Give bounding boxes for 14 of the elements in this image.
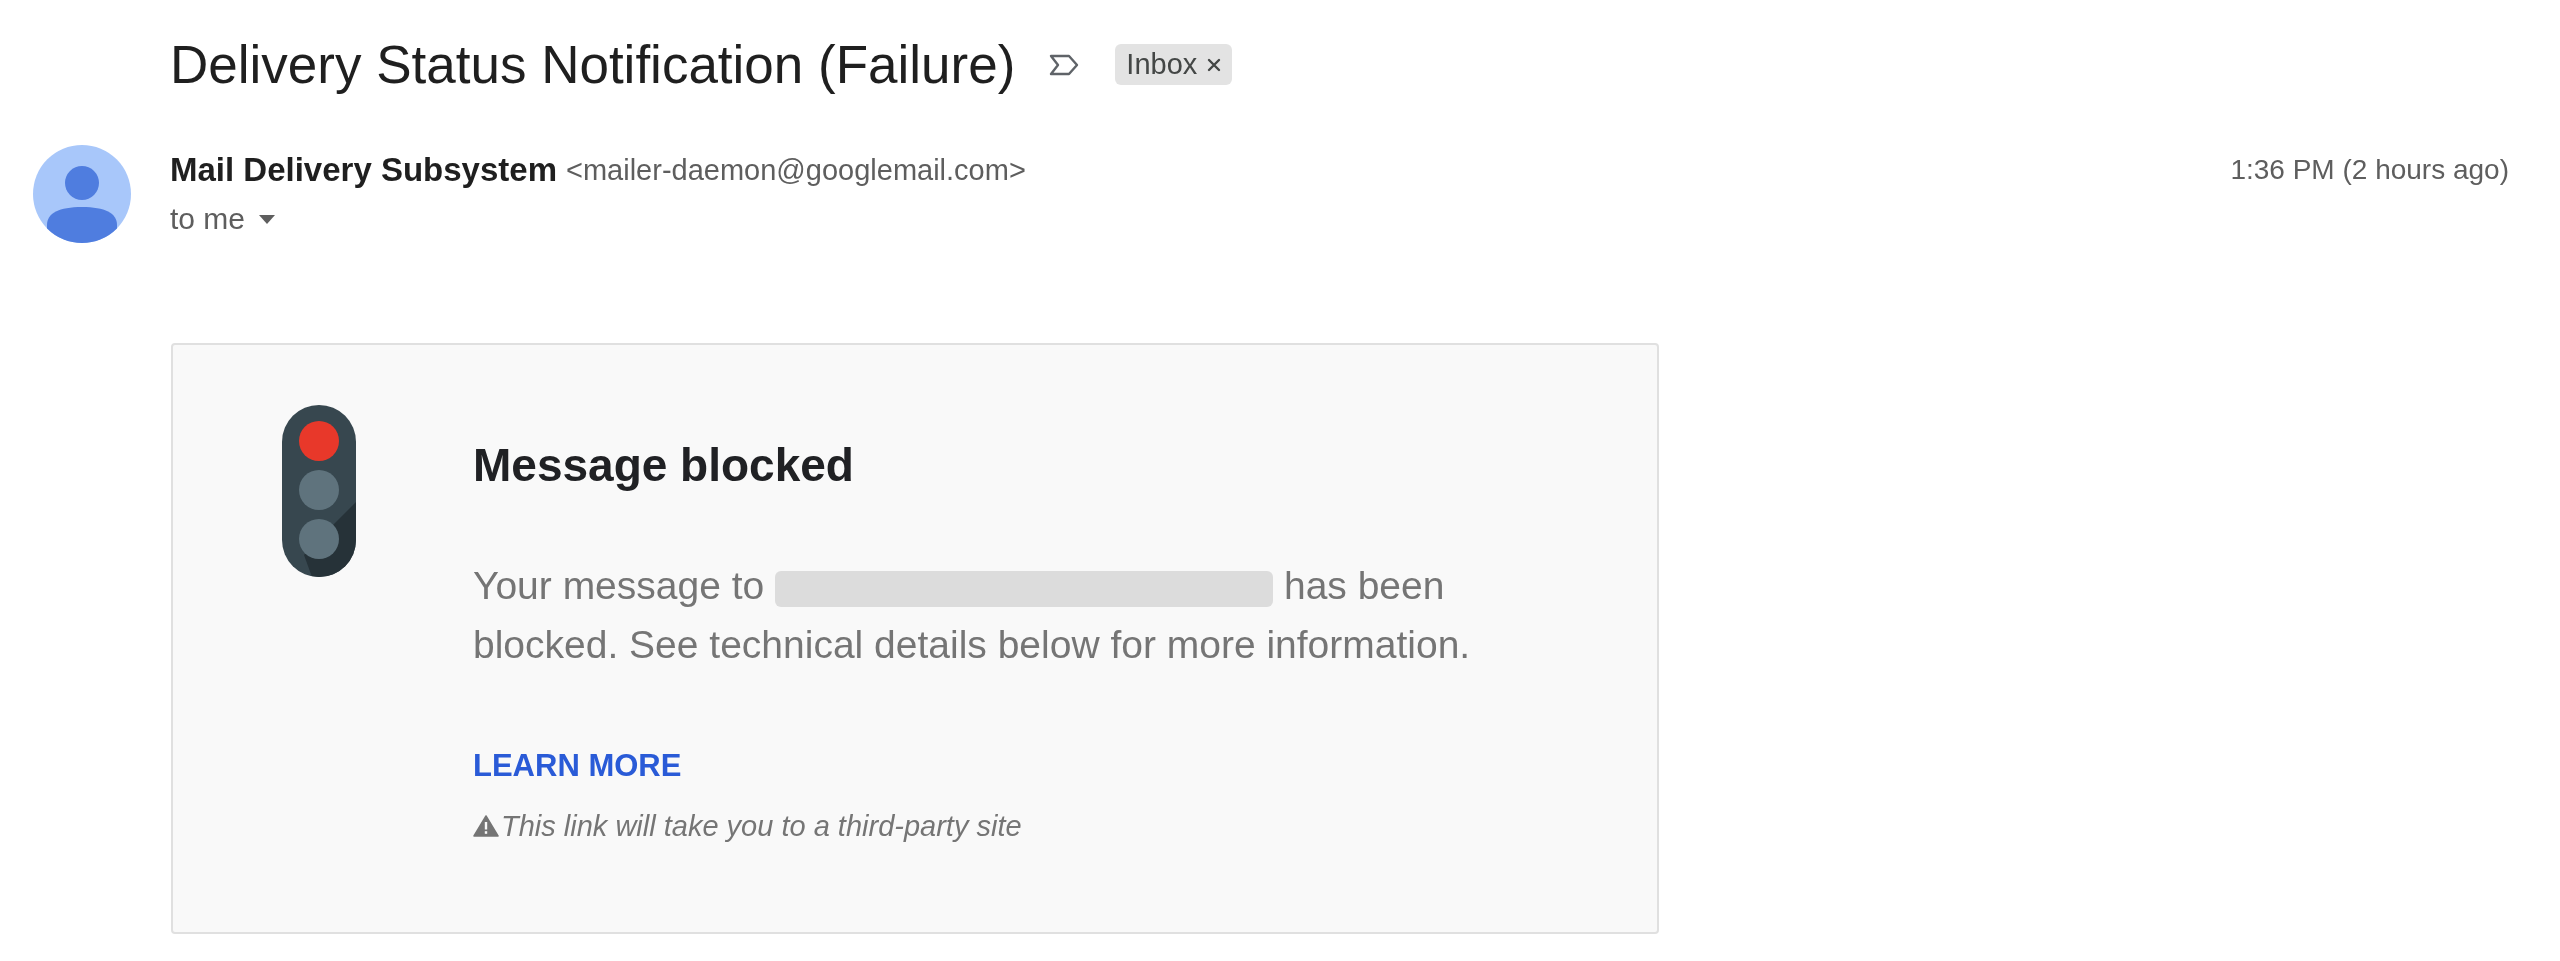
warning-icon [473, 815, 499, 837]
recipient-dropdown[interactable]: to me [170, 202, 276, 236]
notice-heading: Message blocked [473, 439, 855, 492]
close-icon [1207, 57, 1222, 72]
avatar-silhouette-icon [33, 145, 131, 243]
caret-icon [259, 214, 276, 224]
message-time: 1:36 PM (2 hours ago) [2230, 153, 2509, 187]
third-party-warning-text: This link will take you to a third-party site [501, 809, 1022, 843]
remove-label-button[interactable] [1207, 57, 1222, 72]
learn-more-link[interactable]: LEARN MORE [473, 747, 682, 785]
sender-email: <mailer-daemon@googlemail.com> [566, 153, 1026, 187]
notice-body-text: Your message to has been blocked. See technical details below for more information. [473, 563, 1472, 668]
sender-name: Mail Delivery Subsystem [170, 153, 557, 187]
label-name: Inbox [1126, 50, 1198, 79]
